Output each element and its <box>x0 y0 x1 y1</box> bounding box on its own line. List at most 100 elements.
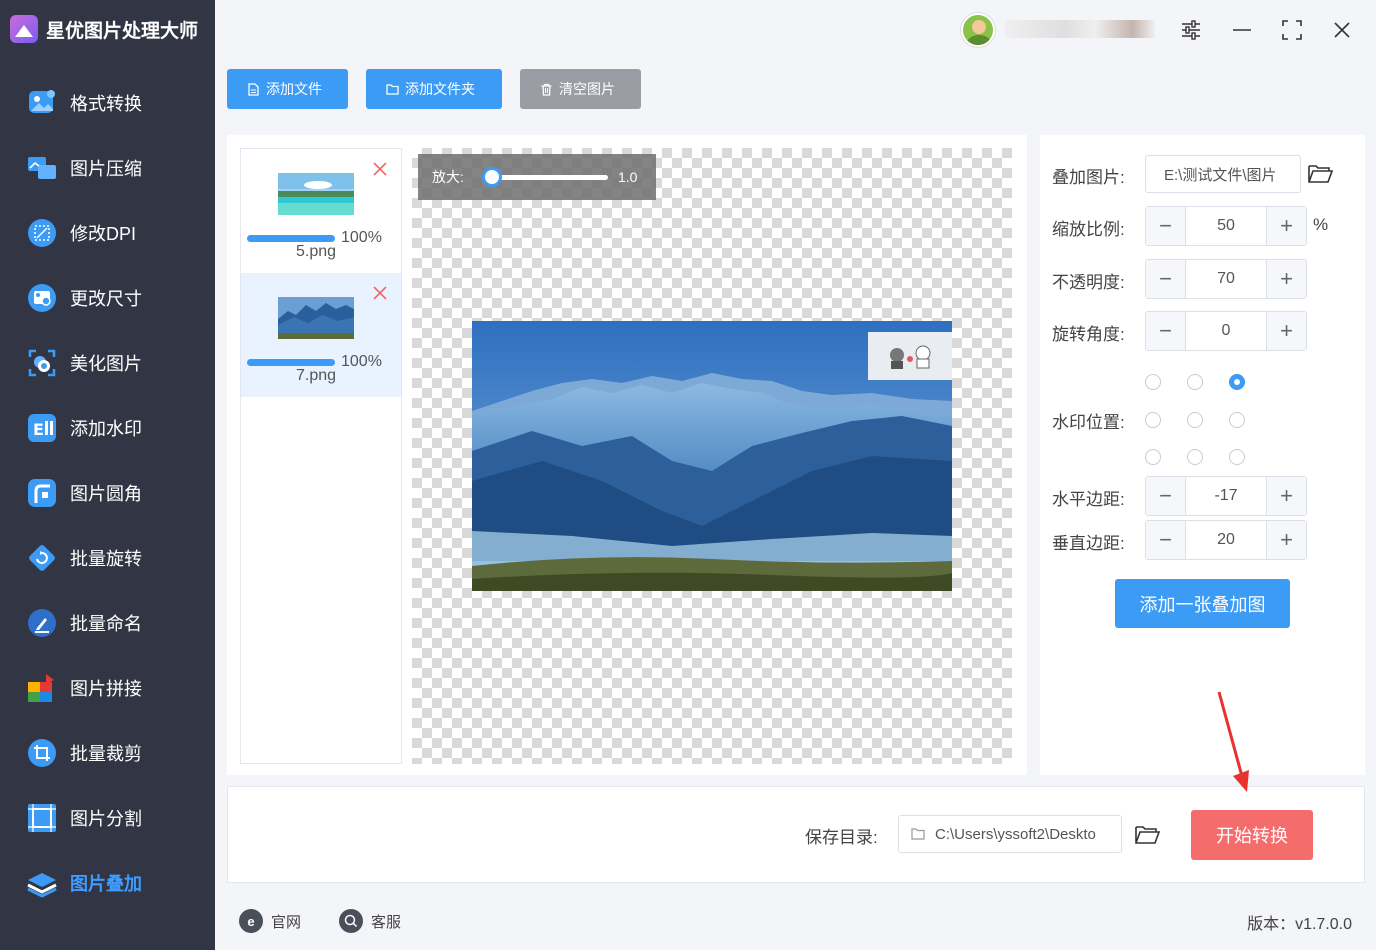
position-label: 水印位置: <box>1052 413 1125 432</box>
settings-panel: 叠加图片: E:\测试文件\图片 缩放比例: − 50 + % 不透明度: − … <box>1040 135 1365 775</box>
red-arrow-annotation <box>1217 691 1249 792</box>
position-radio-bottom-center[interactable] <box>1187 449 1203 465</box>
position-radio-center[interactable] <box>1187 412 1203 428</box>
position-radio-bottom-left[interactable] <box>1145 449 1161 465</box>
website-link[interactable]: e 官网 <box>239 909 301 933</box>
app-title: 星优图片处理大师 <box>10 12 198 46</box>
settings-button[interactable] <box>1177 16 1205 44</box>
add-file-button[interactable]: 添加文件 <box>227 69 348 109</box>
start-convert-button[interactable]: 开始转换 <box>1191 810 1313 860</box>
sidebar-item-format-convert[interactable]: 格式转换 <box>0 70 215 135</box>
clear-images-button[interactable]: 清空图片 <box>520 69 641 109</box>
v-margin-decrease-button[interactable]: − <box>1146 521 1186 559</box>
avatar[interactable] <box>961 13 995 47</box>
sidebar-nav: 格式转换 图片压缩 修改DPI 更改尺寸 美化图片 E 添加水印 图片圆角 批量 <box>0 70 215 915</box>
rotation-increase-button[interactable]: + <box>1266 312 1306 350</box>
horizontal-margin-stepper: − -17 + <box>1145 476 1307 516</box>
maximize-button[interactable] <box>1278 16 1306 44</box>
vertical-margin-label: 垂直边距: <box>1052 534 1125 553</box>
rotate-icon <box>26 542 58 574</box>
scale-increase-button[interactable]: + <box>1266 207 1306 245</box>
sidebar-item-image-compress[interactable]: 图片压缩 <box>0 135 215 200</box>
cartoon-sticker-icon <box>890 345 931 369</box>
folder-open-icon[interactable] <box>1307 163 1333 185</box>
image-compress-icon <box>26 152 58 184</box>
ie-browser-icon: e <box>239 909 263 933</box>
rounded-corner-icon <box>26 477 58 509</box>
trash-icon <box>541 83 552 96</box>
vertical-margin-stepper: − 20 + <box>1145 520 1307 560</box>
title-bar <box>215 0 1376 60</box>
version-text: 版本：v1.7.0.0 <box>1247 916 1352 933</box>
remove-file-icon[interactable] <box>372 285 388 301</box>
sidebar-item-modify-dpi[interactable]: 修改DPI <box>0 200 215 265</box>
overlay-image-preview[interactable] <box>868 332 952 380</box>
sidebar-item-add-watermark[interactable]: E 添加水印 <box>0 395 215 460</box>
h-margin-decrease-button[interactable]: − <box>1146 477 1186 515</box>
v-margin-value[interactable]: 20 <box>1186 521 1266 559</box>
file-icon <box>248 82 259 96</box>
file-thumbnail <box>278 173 354 215</box>
opacity-increase-button[interactable]: + <box>1266 260 1306 298</box>
position-radio-middle-right[interactable] <box>1229 412 1245 428</box>
puzzle-icon <box>26 672 58 704</box>
sidebar-item-resize[interactable]: 更改尺寸 <box>0 265 215 330</box>
image-convert-icon <box>26 87 58 119</box>
sidebar: 星优图片处理大师 格式转换 图片压缩 修改DPI 更改尺寸 美化图片 E 添加水… <box>0 0 215 950</box>
browse-folder-icon[interactable] <box>1134 824 1160 846</box>
scale-decrease-button[interactable]: − <box>1146 207 1186 245</box>
h-margin-value[interactable]: -17 <box>1186 477 1266 515</box>
add-overlay-button[interactable]: 添加一张叠加图 <box>1115 579 1290 628</box>
close-button[interactable] <box>1328 16 1356 44</box>
sidebar-item-beautify[interactable]: 美化图片 <box>0 330 215 395</box>
sidebar-item-image-stitch[interactable]: 图片拼接 <box>0 655 215 720</box>
crop-icon <box>26 737 58 769</box>
position-radio-top-left[interactable] <box>1145 374 1161 390</box>
file-item[interactable]: 100% 5.png <box>241 149 401 273</box>
save-directory-input[interactable]: C:\Users\yssoft2\Deskto <box>898 815 1122 853</box>
app-logo-icon <box>10 15 38 43</box>
rotation-stepper: − 0 + <box>1145 311 1307 351</box>
beautify-icon <box>26 347 58 379</box>
remove-file-icon[interactable] <box>372 161 388 177</box>
position-radio-middle-left[interactable] <box>1145 412 1161 428</box>
position-radio-top-center[interactable] <box>1187 374 1203 390</box>
opacity-decrease-button[interactable]: − <box>1146 260 1186 298</box>
rotation-value[interactable]: 0 <box>1186 312 1266 350</box>
resize-icon <box>26 282 58 314</box>
file-name: 5.png <box>295 243 337 260</box>
overlay-path-input[interactable]: E:\测试文件\图片 <box>1145 155 1301 193</box>
file-progress-bar <box>247 359 335 366</box>
file-thumbnail <box>278 297 354 339</box>
opacity-value[interactable]: 70 <box>1186 260 1266 298</box>
save-directory-label: 保存目录: <box>805 828 878 847</box>
sidebar-item-image-overlay[interactable]: 图片叠加 <box>0 850 215 915</box>
preview-canvas: 放大: 1.0 <box>412 148 1012 764</box>
support-link[interactable]: 客服 <box>339 909 401 933</box>
file-item[interactable]: 100% 7.png <box>241 273 401 397</box>
sidebar-item-rounded-corner[interactable]: 图片圆角 <box>0 460 215 525</box>
v-margin-increase-button[interactable]: + <box>1266 521 1306 559</box>
position-radio-top-right[interactable] <box>1229 374 1245 390</box>
sidebar-item-batch-rename[interactable]: 批量命名 <box>0 590 215 655</box>
zoom-slider-handle[interactable] <box>482 167 502 187</box>
overlay-image-label: 叠加图片: <box>1052 168 1125 187</box>
file-name: 7.png <box>295 367 337 384</box>
position-radio-bottom-right[interactable] <box>1229 449 1245 465</box>
zoom-value: 1.0 <box>618 169 638 185</box>
sidebar-item-image-split[interactable]: 图片分割 <box>0 785 215 850</box>
sidebar-item-batch-rotate[interactable]: 批量旋转 <box>0 525 215 590</box>
minimize-button[interactable] <box>1228 16 1256 44</box>
zoom-slider-track[interactable] <box>490 175 608 180</box>
svg-text:E: E <box>33 420 44 439</box>
toolbar: 添加文件 添加文件夹 清空图片 <box>227 69 641 109</box>
file-progress-bar <box>247 235 335 242</box>
add-folder-button[interactable]: 添加文件夹 <box>366 69 502 109</box>
work-area: 100% 5.png 100% 7.png 放大: 1.0 <box>227 135 1027 775</box>
file-list: 100% 5.png 100% 7.png <box>240 148 402 764</box>
h-margin-increase-button[interactable]: + <box>1266 477 1306 515</box>
sidebar-item-batch-crop[interactable]: 批量裁剪 <box>0 720 215 785</box>
rotation-label: 旋转角度: <box>1052 325 1125 344</box>
scale-value[interactable]: 50 <box>1186 207 1266 245</box>
rotation-decrease-button[interactable]: − <box>1146 312 1186 350</box>
